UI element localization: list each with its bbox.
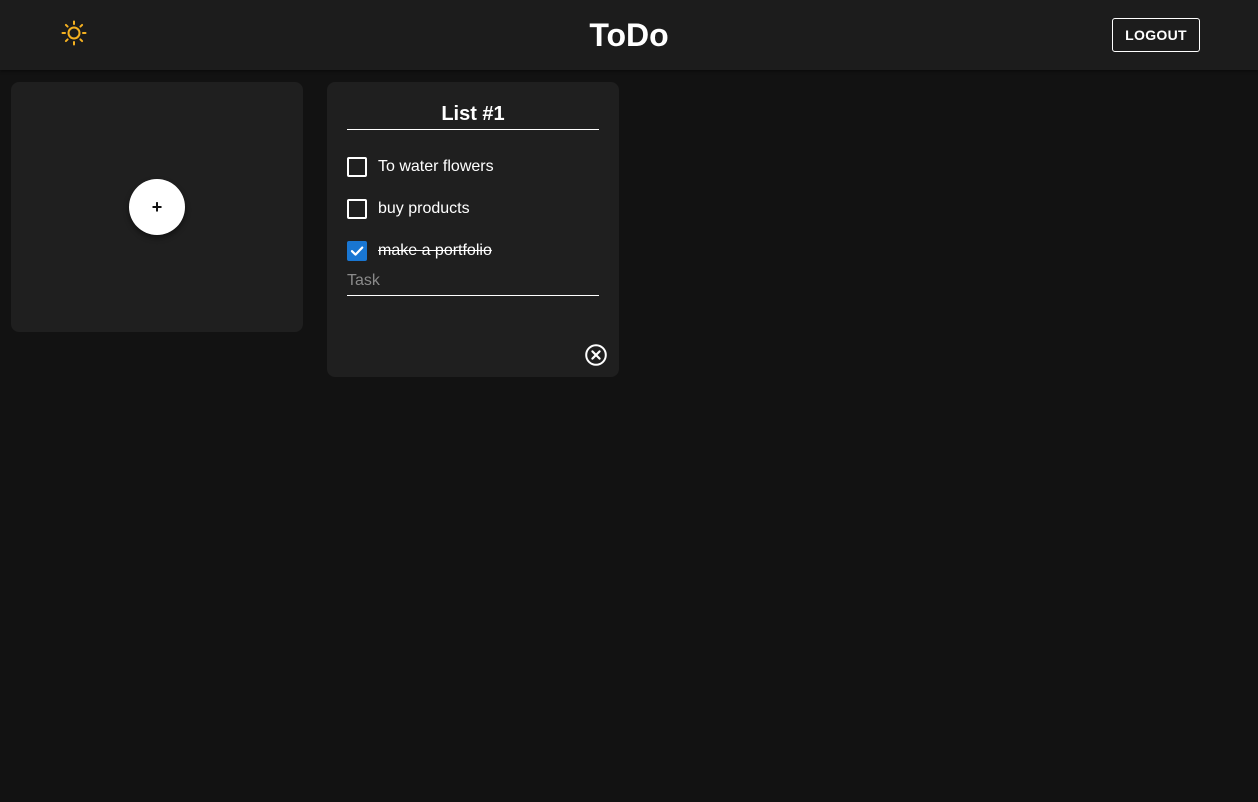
close-circle-icon (585, 344, 607, 366)
delete-list-button[interactable] (585, 344, 607, 366)
app-header: ToDo LOGOUT (0, 0, 1258, 70)
task-checkbox[interactable] (347, 157, 367, 177)
logout-button[interactable]: LOGOUT (1112, 18, 1200, 52)
task-checkbox-checked[interactable] (347, 241, 367, 261)
task-checkbox[interactable] (347, 199, 367, 219)
app-title: ToDo (589, 17, 669, 53)
list-title[interactable]: List #1 (347, 100, 599, 130)
task-label: To water flowers (378, 158, 494, 175)
add-list-card: + (11, 82, 303, 332)
task-label: buy products (378, 200, 470, 217)
task-item[interactable]: buy products (347, 198, 599, 220)
task-item[interactable]: make a portfolio (347, 240, 599, 262)
add-list-button[interactable]: + (129, 179, 185, 235)
todo-list-card: List #1 To water flowers buy products ma… (327, 82, 619, 377)
checkmark-icon (350, 246, 364, 256)
new-task-input[interactable] (347, 270, 599, 296)
task-label: make a portfolio (378, 242, 492, 259)
task-item[interactable]: To water flowers (347, 156, 599, 178)
